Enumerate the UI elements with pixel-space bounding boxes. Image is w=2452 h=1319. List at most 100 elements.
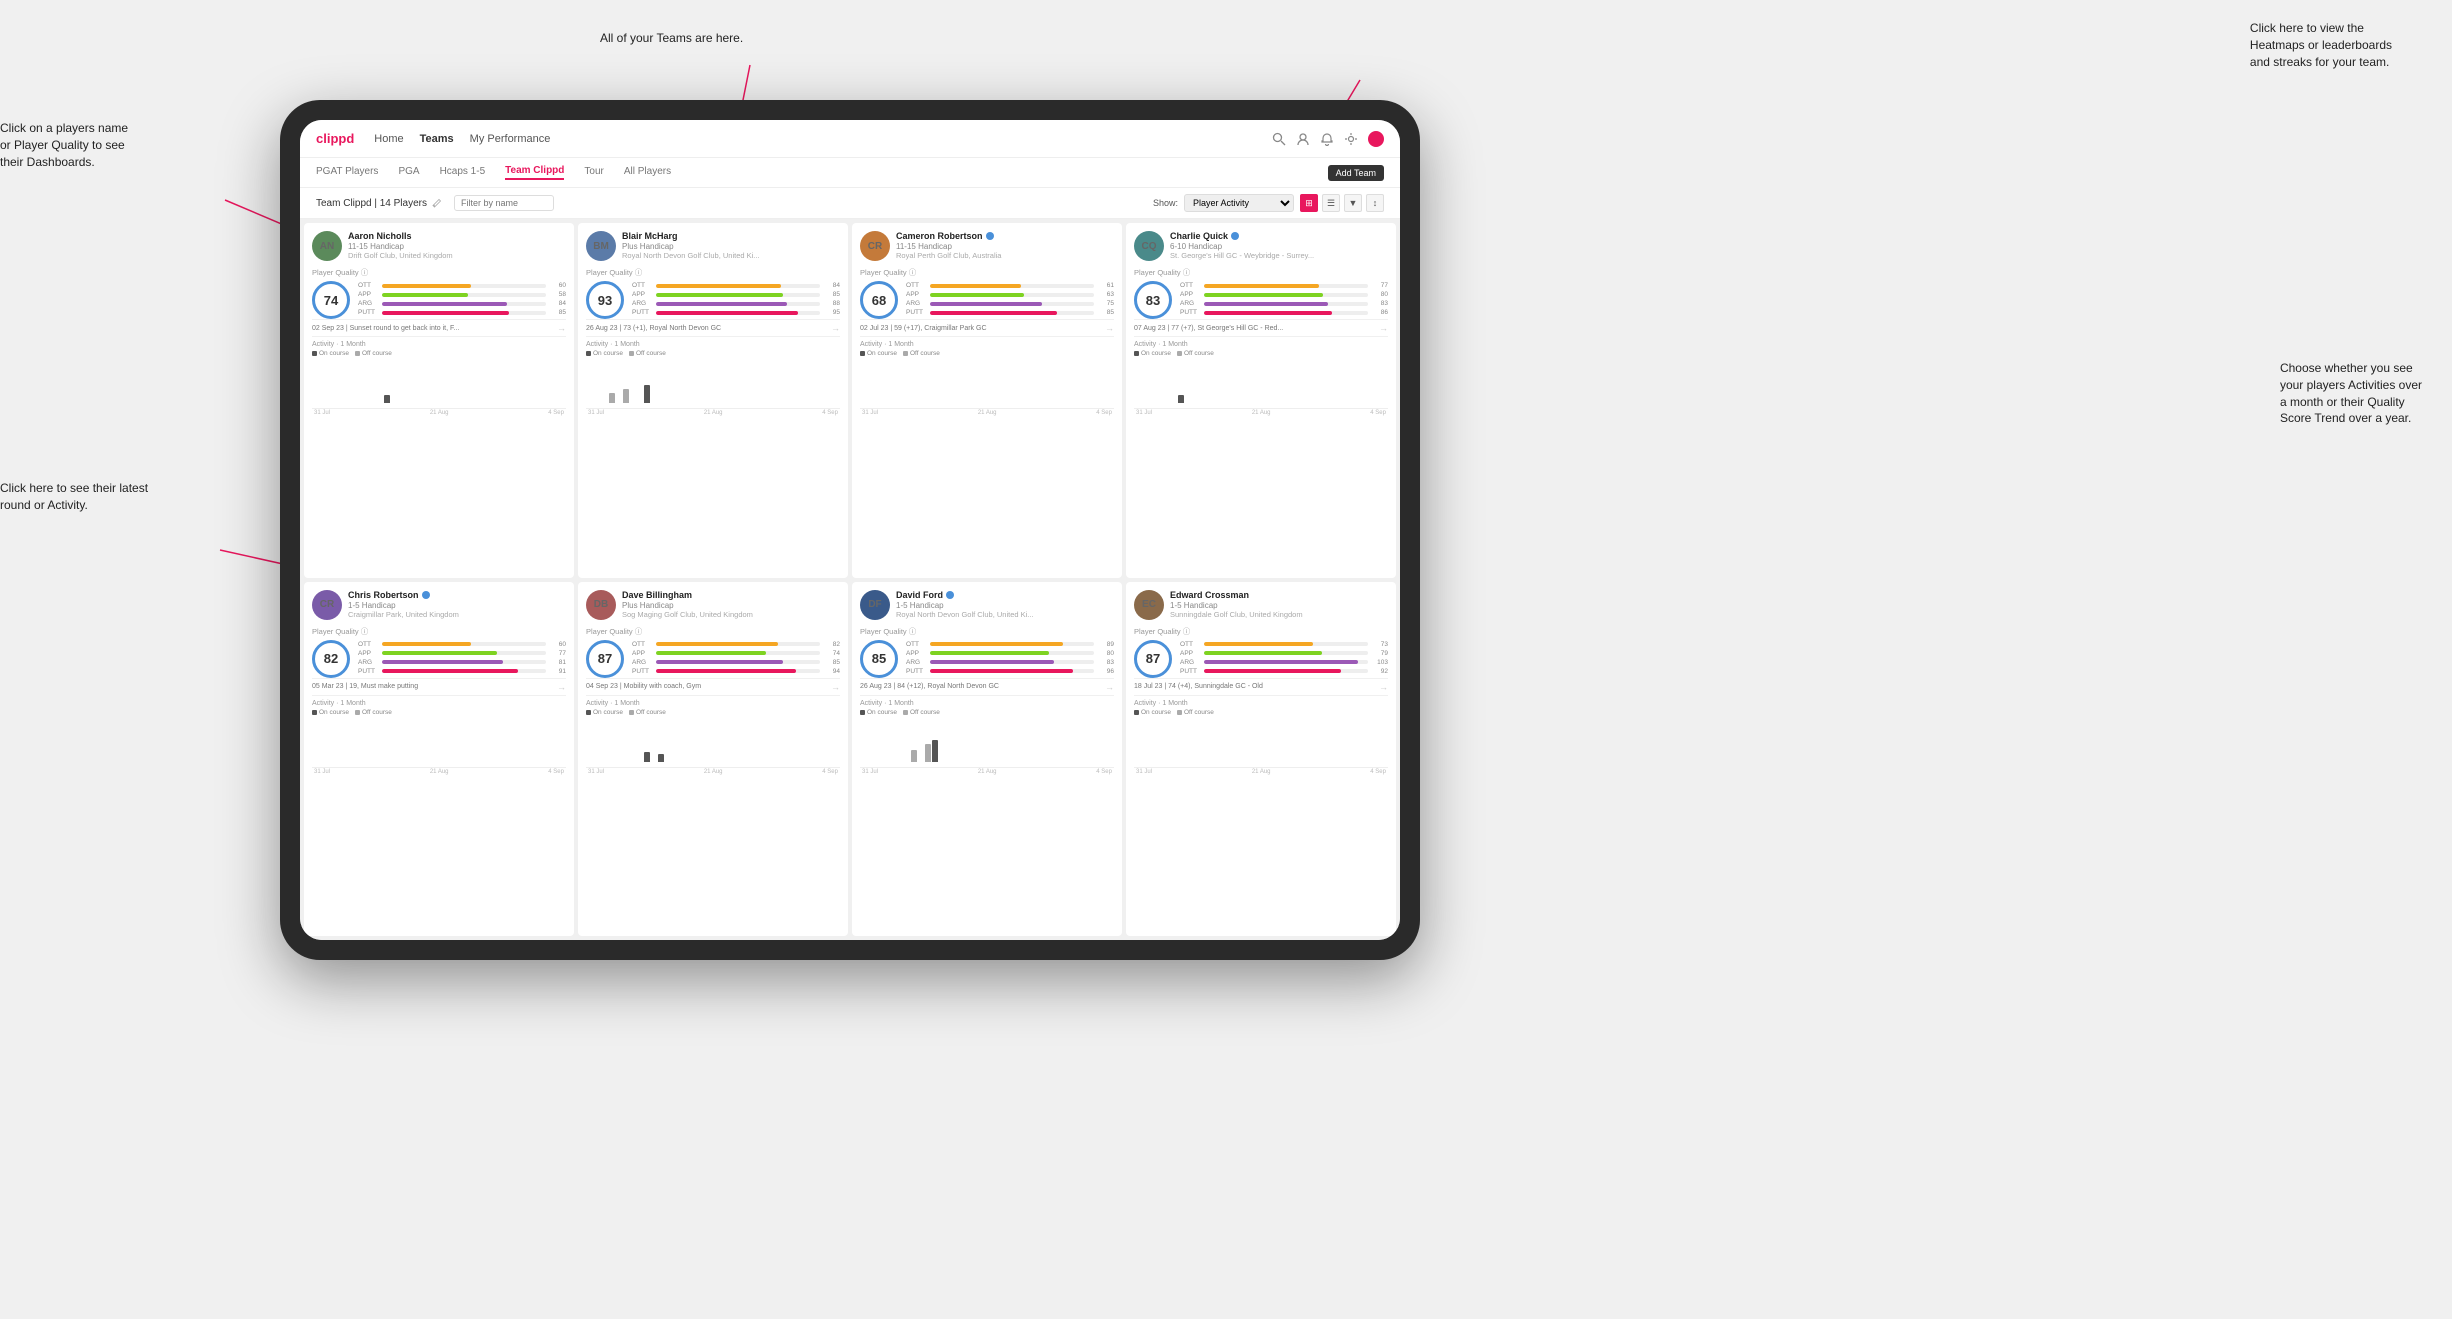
player-club: Royal Perth Golf Club, Australia: [896, 251, 1114, 260]
player-name[interactable]: Charlie Quick: [1170, 231, 1388, 241]
bar-label: ARG: [632, 659, 652, 666]
bar-label: OTT: [906, 282, 926, 289]
chart-bars: [586, 718, 840, 762]
player-name[interactable]: Edward Crossman: [1170, 590, 1388, 600]
show-select[interactable]: Player Activity Quality Score Trend: [1184, 194, 1294, 212]
player-card[interactable]: DF David Ford 1-5 Handicap Royal North D…: [852, 582, 1122, 937]
activity-label: Activity · 1 Month: [860, 341, 1114, 348]
bar-label: PUTT: [632, 309, 652, 316]
activity-label: Activity · 1 Month: [1134, 700, 1388, 707]
edit-icon[interactable]: [432, 198, 442, 208]
filter-input[interactable]: [454, 195, 554, 211]
quality-section: 74 OTT 60 APP 58 ARG 84 PUTT: [312, 281, 566, 319]
player-name[interactable]: Chris Robertson: [348, 590, 566, 600]
subnav-teamclippd[interactable]: Team Clippd: [505, 165, 564, 180]
bar-value: 86: [1372, 309, 1388, 316]
subnav-allplayers[interactable]: All Players: [624, 166, 671, 179]
player-name[interactable]: Aaron Nicholls: [348, 231, 566, 241]
grid-view-button[interactable]: ⊞: [1300, 194, 1318, 212]
legend-on-course: On course: [1134, 709, 1171, 716]
latest-round[interactable]: 07 Aug 23 | 77 (+7), St George's Hill GC…: [1134, 319, 1388, 337]
latest-round[interactable]: 26 Aug 23 | 73 (+1), Royal North Devon G…: [586, 319, 840, 337]
score-circle[interactable]: 83: [1134, 281, 1172, 319]
bar-value: 88: [824, 300, 840, 307]
latest-round[interactable]: 04 Sep 23 | Mobility with coach, Gym →: [586, 678, 840, 696]
player-club: Sog Maging Golf Club, United Kingdom: [622, 610, 840, 619]
bar-label: OTT: [358, 282, 378, 289]
annotation-teams: All of your Teams are here.: [600, 30, 743, 47]
filter-view-button[interactable]: ▼: [1344, 194, 1362, 212]
latest-round[interactable]: 02 Jul 23 | 59 (+17), Craigmillar Park G…: [860, 319, 1114, 337]
score-bars: OTT 89 APP 80 ARG 83 PUTT 9: [906, 641, 1114, 677]
player-name[interactable]: David Ford: [896, 590, 1114, 600]
player-card[interactable]: DB Dave Billingham Plus Handicap Sog Mag…: [578, 582, 848, 937]
sort-view-button[interactable]: ↕: [1366, 194, 1384, 212]
bar-value: 92: [1372, 668, 1388, 675]
subnav-pgat[interactable]: PGAT Players: [316, 166, 378, 179]
settings-icon[interactable]: [1344, 132, 1358, 146]
quality-section: 68 OTT 61 APP 63 ARG 75 PUTT: [860, 281, 1114, 319]
bar-label: OTT: [632, 282, 652, 289]
bar-value: 96: [1098, 668, 1114, 675]
score-circle[interactable]: 87: [586, 640, 624, 678]
score-circle[interactable]: 93: [586, 281, 624, 319]
player-club: Craigmillar Park, United Kingdom: [348, 610, 566, 619]
chart-dates: 31 Jul 21 Aug 4 Sep: [860, 409, 1114, 416]
chart-dates: 31 Jul 21 Aug 4 Sep: [312, 409, 566, 416]
legend-on-course: On course: [860, 709, 897, 716]
latest-round[interactable]: 18 Jul 23 | 74 (+4), Sunningdale GC - Ol…: [1134, 678, 1388, 696]
score-circle[interactable]: 68: [860, 281, 898, 319]
quality-section: 87 OTT 73 APP 79 ARG 103 PUTT: [1134, 640, 1388, 678]
legend-off-course: Off course: [903, 350, 940, 357]
bar-value: 80: [1372, 291, 1388, 298]
score-bars: OTT 61 APP 63 ARG 75 PUTT 8: [906, 282, 1114, 318]
player-card[interactable]: BM Blair McHarg Plus Handicap Royal Nort…: [578, 223, 848, 578]
legend-off-course: Off course: [1177, 709, 1214, 716]
activity-section: Activity · 1 Month On course Off course …: [860, 700, 1114, 929]
player-name[interactable]: Dave Billingham: [622, 590, 840, 600]
player-name[interactable]: Blair McHarg: [622, 231, 840, 241]
bar-label: PUTT: [1180, 668, 1200, 675]
list-view-button[interactable]: ☰: [1322, 194, 1340, 212]
subnav-hcaps[interactable]: Hcaps 1-5: [440, 166, 486, 179]
score-circle[interactable]: 87: [1134, 640, 1172, 678]
player-card[interactable]: CQ Charlie Quick 6-10 Handicap St. Georg…: [1126, 223, 1396, 578]
latest-round[interactable]: 26 Aug 23 | 84 (+12), Royal North Devon …: [860, 678, 1114, 696]
legend-on-course: On course: [312, 350, 349, 357]
bar-label: ARG: [906, 300, 926, 307]
score-bars: OTT 73 APP 79 ARG 103 PUTT: [1180, 641, 1388, 677]
search-icon[interactable]: [1272, 132, 1286, 146]
score-circle[interactable]: 74: [312, 281, 350, 319]
subnav-pga[interactable]: PGA: [398, 166, 419, 179]
bar-label: PUTT: [906, 668, 926, 675]
annotation-activities: Choose whether you seeyour players Activ…: [2280, 360, 2422, 427]
subnav-tour[interactable]: Tour: [584, 166, 603, 179]
latest-round[interactable]: 02 Sep 23 | Sunset round to get back int…: [312, 319, 566, 337]
user-avatar[interactable]: [1368, 131, 1384, 147]
activity-label: Activity · 1 Month: [586, 341, 840, 348]
bar-label: PUTT: [1180, 309, 1200, 316]
player-card[interactable]: CR Cameron Robertson 11-15 Handicap Roya…: [852, 223, 1122, 578]
nav-teams[interactable]: Teams: [420, 133, 454, 145]
bar-value: 84: [824, 282, 840, 289]
latest-round[interactable]: 05 Mar 23 | 19, Must make putting →: [312, 678, 566, 696]
activity-label: Activity · 1 Month: [1134, 341, 1388, 348]
add-team-button[interactable]: Add Team: [1328, 165, 1384, 181]
user-icon[interactable]: [1296, 132, 1310, 146]
player-card[interactable]: CR Chris Robertson 1-5 Handicap Craigmil…: [304, 582, 574, 937]
activity-label: Activity · 1 Month: [860, 700, 1114, 707]
score-circle[interactable]: 82: [312, 640, 350, 678]
player-club: St. George's Hill GC - Weybridge - Surre…: [1170, 251, 1388, 260]
legend-on-course: On course: [586, 709, 623, 716]
nav-home[interactable]: Home: [374, 133, 403, 145]
chart-dates: 31 Jul 21 Aug 4 Sep: [860, 768, 1114, 775]
bar-value: 82: [824, 641, 840, 648]
chart-bars: [1134, 718, 1388, 762]
bell-icon[interactable]: [1320, 132, 1334, 146]
player-card[interactable]: AN Aaron Nicholls 11-15 Handicap Drift G…: [304, 223, 574, 578]
player-name[interactable]: Cameron Robertson: [896, 231, 1114, 241]
player-card[interactable]: EC Edward Crossman 1-5 Handicap Sunningd…: [1126, 582, 1396, 937]
player-club: Sunningdale Golf Club, United Kingdom: [1170, 610, 1388, 619]
nav-performance[interactable]: My Performance: [470, 133, 551, 145]
score-circle[interactable]: 85: [860, 640, 898, 678]
